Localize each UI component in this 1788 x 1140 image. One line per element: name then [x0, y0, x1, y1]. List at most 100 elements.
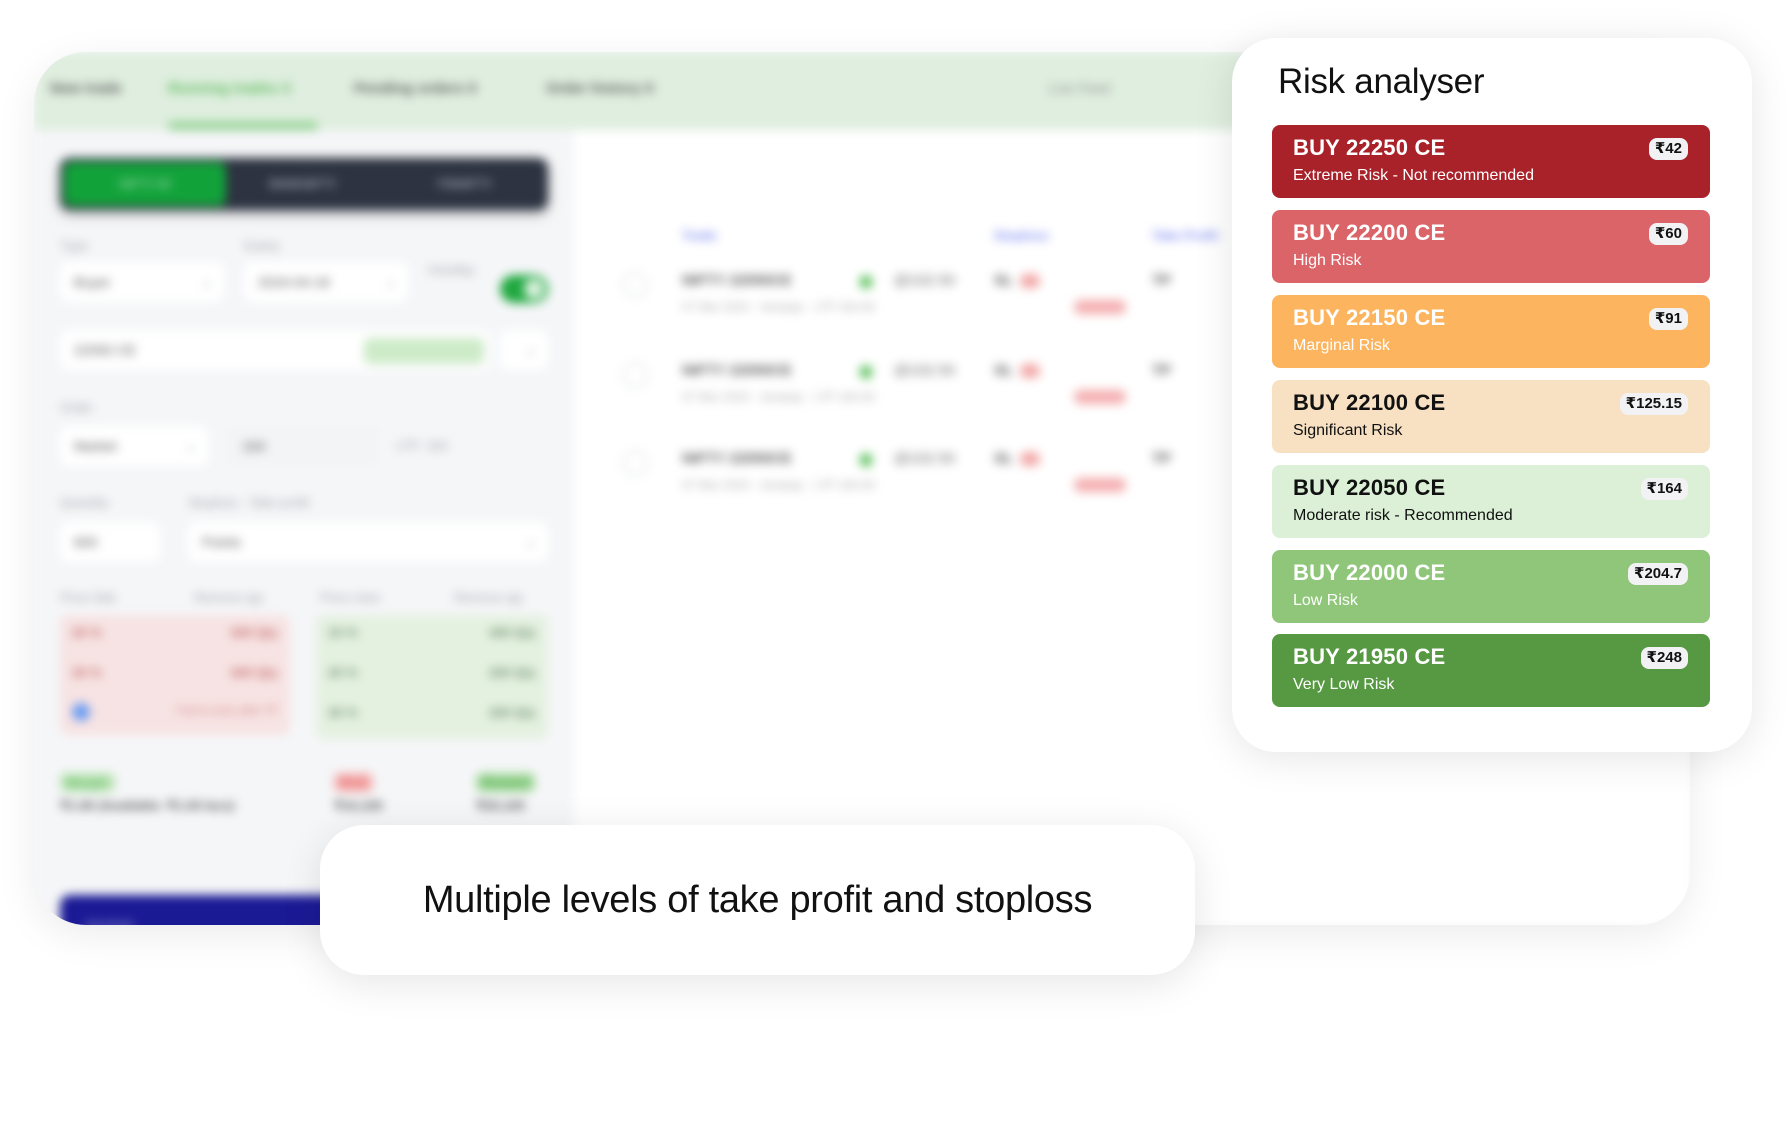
tab-label: Running trades — [168, 80, 279, 97]
premium-badge: ₹42 — [1648, 138, 1688, 160]
tab-count: 0 — [468, 80, 477, 97]
take-profit-level[interactable]: 10 % 400 Qty — [328, 625, 536, 645]
strike-value: 22050 CE — [74, 342, 137, 358]
risk-level-label: Marginal Risk — [1293, 337, 1390, 354]
tab-new-trade[interactable]: New trade — [50, 80, 122, 97]
remove-qty-label: Remove qty — [194, 590, 264, 605]
order-name: NIFTY 22050CE — [682, 362, 792, 379]
level-qty: 600 Qty — [231, 665, 278, 680]
risk-value: ₹10,100 — [334, 798, 383, 813]
sl-badge — [1020, 364, 1040, 378]
tp-label: TP — [1152, 272, 1172, 289]
segment-nifty[interactable]: NIFTY 50 — [64, 162, 226, 206]
sl-label: SL — [994, 272, 1014, 289]
sl-label: SL — [994, 450, 1014, 467]
risk-row[interactable]: BUY 22200 CE High Risk ₹60 — [1272, 210, 1710, 283]
price-rises-label: Price rises — [320, 590, 381, 605]
risk-row[interactable]: BUY 21950 CE Very Low Risk ₹248 — [1272, 634, 1710, 707]
risk-row[interactable]: BUY 22250 CE Extreme Risk - Not recommen… — [1272, 125, 1710, 198]
loss-badge — [1074, 478, 1126, 492]
expiry-value: 2024-04-18 — [258, 274, 330, 290]
select-checkbox[interactable] — [622, 272, 648, 298]
level-qty: 600 Qty — [231, 625, 278, 640]
price-input[interactable]: 164 — [228, 426, 378, 466]
index-selector: NIFTY 50 BANKNIFTY FINNIFTY — [60, 158, 548, 210]
live-feed-link[interactable]: Live Feed — [1049, 80, 1110, 96]
order-price: @102.50 — [894, 272, 956, 289]
risk-level-label: Low Risk — [1293, 592, 1358, 609]
order-meta: 07 Mar 2024 · Intraday · LTP 164.00 — [682, 478, 876, 492]
segment-banknifty[interactable]: BANKNIFTY — [222, 158, 384, 210]
quantity-value: 600 — [74, 534, 98, 550]
strike-label: BUY 22100 CE — [1293, 390, 1446, 415]
stoploss-levels: 20 % 600 Qty 30 % 600 Qty Trail to entry a… — [60, 615, 290, 735]
loss-badge — [1074, 390, 1126, 404]
risk-row[interactable]: BUY 22150 CE Marginal Risk ₹91 — [1272, 295, 1710, 368]
premium-badge: ₹60 — [1648, 223, 1688, 245]
level-qty: 200 Qty — [489, 705, 536, 720]
risk-level-label: Moderate risk - Recommended — [1293, 507, 1513, 524]
quantity-input[interactable]: 600 — [60, 522, 160, 562]
tab-pending-orders[interactable]: Pending orders 0 — [354, 80, 477, 97]
intraday-label: Intraday — [428, 262, 475, 277]
margin-value: ₹1.96 (Available: ₹1.00 lacs) — [60, 798, 235, 813]
strike-label: BUY 22200 CE — [1293, 220, 1446, 245]
risk-analyser-card: Risk analyser BUY 22250 CE Extreme Risk … — [1232, 38, 1752, 752]
strike-label: BUY 22250 CE — [1293, 135, 1446, 160]
risk-analyser-title: Risk analyser — [1278, 62, 1485, 101]
caption-text: Multiple levels of take profit and stopl… — [422, 878, 1093, 921]
premium-badge: ₹91 — [1648, 308, 1688, 330]
risk-level-label: Very Low Risk — [1293, 676, 1395, 693]
segment-finnifty[interactable]: FINNIFTY — [384, 158, 546, 210]
order-form-pane: NIFTY 50 BANKNIFTY FINNIFTY Type Buyer ⌄ … — [34, 130, 574, 925]
take-profit-level[interactable]: 20 % 200 Qty — [328, 665, 536, 685]
strike-dropdown[interactable]: ⌄ — [500, 330, 548, 370]
remove-qty-label: Remove qty — [454, 590, 524, 605]
take-profit-level[interactable]: 30 % 200 Qty — [328, 705, 536, 725]
tp-label: TP — [1152, 362, 1172, 379]
premium-badge: ₹248 — [1640, 647, 1688, 669]
order-type-select[interactable]: Market ⌄ — [60, 426, 208, 466]
strike-label: BUY 22150 CE — [1293, 305, 1446, 330]
stoploss-level[interactable]: 30 % 600 Qty — [72, 665, 278, 685]
level-pct: 20 % — [328, 665, 358, 680]
stoploss-level[interactable]: 20 % 600 Qty — [72, 625, 278, 645]
level-pct: 20 % — [72, 625, 102, 640]
level-qty: 200 Qty — [489, 665, 536, 680]
select-checkbox[interactable] — [622, 362, 648, 388]
margin-label: Margin — [60, 773, 115, 792]
order-label: Order — [60, 400, 94, 415]
risk-row[interactable]: BUY 22000 CE Low Risk ₹204.7 — [1272, 550, 1710, 623]
ltp-label: LTP: 164 — [396, 438, 448, 453]
stoploss-mode-select[interactable]: Points ⌄ — [188, 522, 548, 562]
risk-level-label: Significant Risk — [1293, 422, 1403, 439]
tab-running-trades[interactable]: Running trades 3 — [168, 80, 291, 97]
strike-label: BUY 22000 CE — [1293, 560, 1446, 585]
trail-label: Trail to entry after TP — [175, 705, 278, 717]
price-falls-label: Price falls — [60, 590, 117, 605]
risk-level-label: Extreme Risk - Not recommended — [1293, 167, 1534, 184]
tab-count: 3 — [282, 80, 291, 97]
price-value: 164 — [242, 438, 266, 454]
level-qty: 400 Qty — [489, 625, 536, 640]
chevron-down-icon: ⌄ — [385, 275, 396, 289]
order-price: @102.50 — [894, 362, 956, 379]
order-name: NIFTY 22050CE — [682, 450, 792, 467]
expiry-select[interactable]: 2024-04-18 ⌄ — [244, 262, 408, 302]
order-meta: 07 Mar 2024 · Intraday · LTP 164.00 — [682, 390, 876, 404]
select-checkbox[interactable] — [622, 450, 648, 476]
chevron-down-icon: ⌄ — [525, 343, 536, 357]
chevron-down-icon: ⌄ — [201, 275, 212, 289]
trail-radio[interactable] — [72, 703, 90, 721]
column-header-take-profit: Take Profit — [1152, 228, 1219, 243]
expiry-label: Expiry — [244, 238, 281, 253]
type-select[interactable]: Buyer ⌄ — [60, 262, 224, 302]
level-pct: 30 % — [72, 665, 102, 680]
premium-badge: ₹164 — [1640, 478, 1688, 500]
risk-row[interactable]: BUY 22050 CE Moderate risk - Recommended… — [1272, 465, 1710, 538]
tp-label: TP — [1152, 450, 1172, 467]
tab-order-history[interactable]: Order history 0 — [546, 80, 654, 97]
intraday-toggle[interactable] — [500, 275, 548, 303]
sl-label: SL — [994, 362, 1014, 379]
risk-row[interactable]: BUY 22100 CE Significant Risk ₹125.15 — [1272, 380, 1710, 453]
